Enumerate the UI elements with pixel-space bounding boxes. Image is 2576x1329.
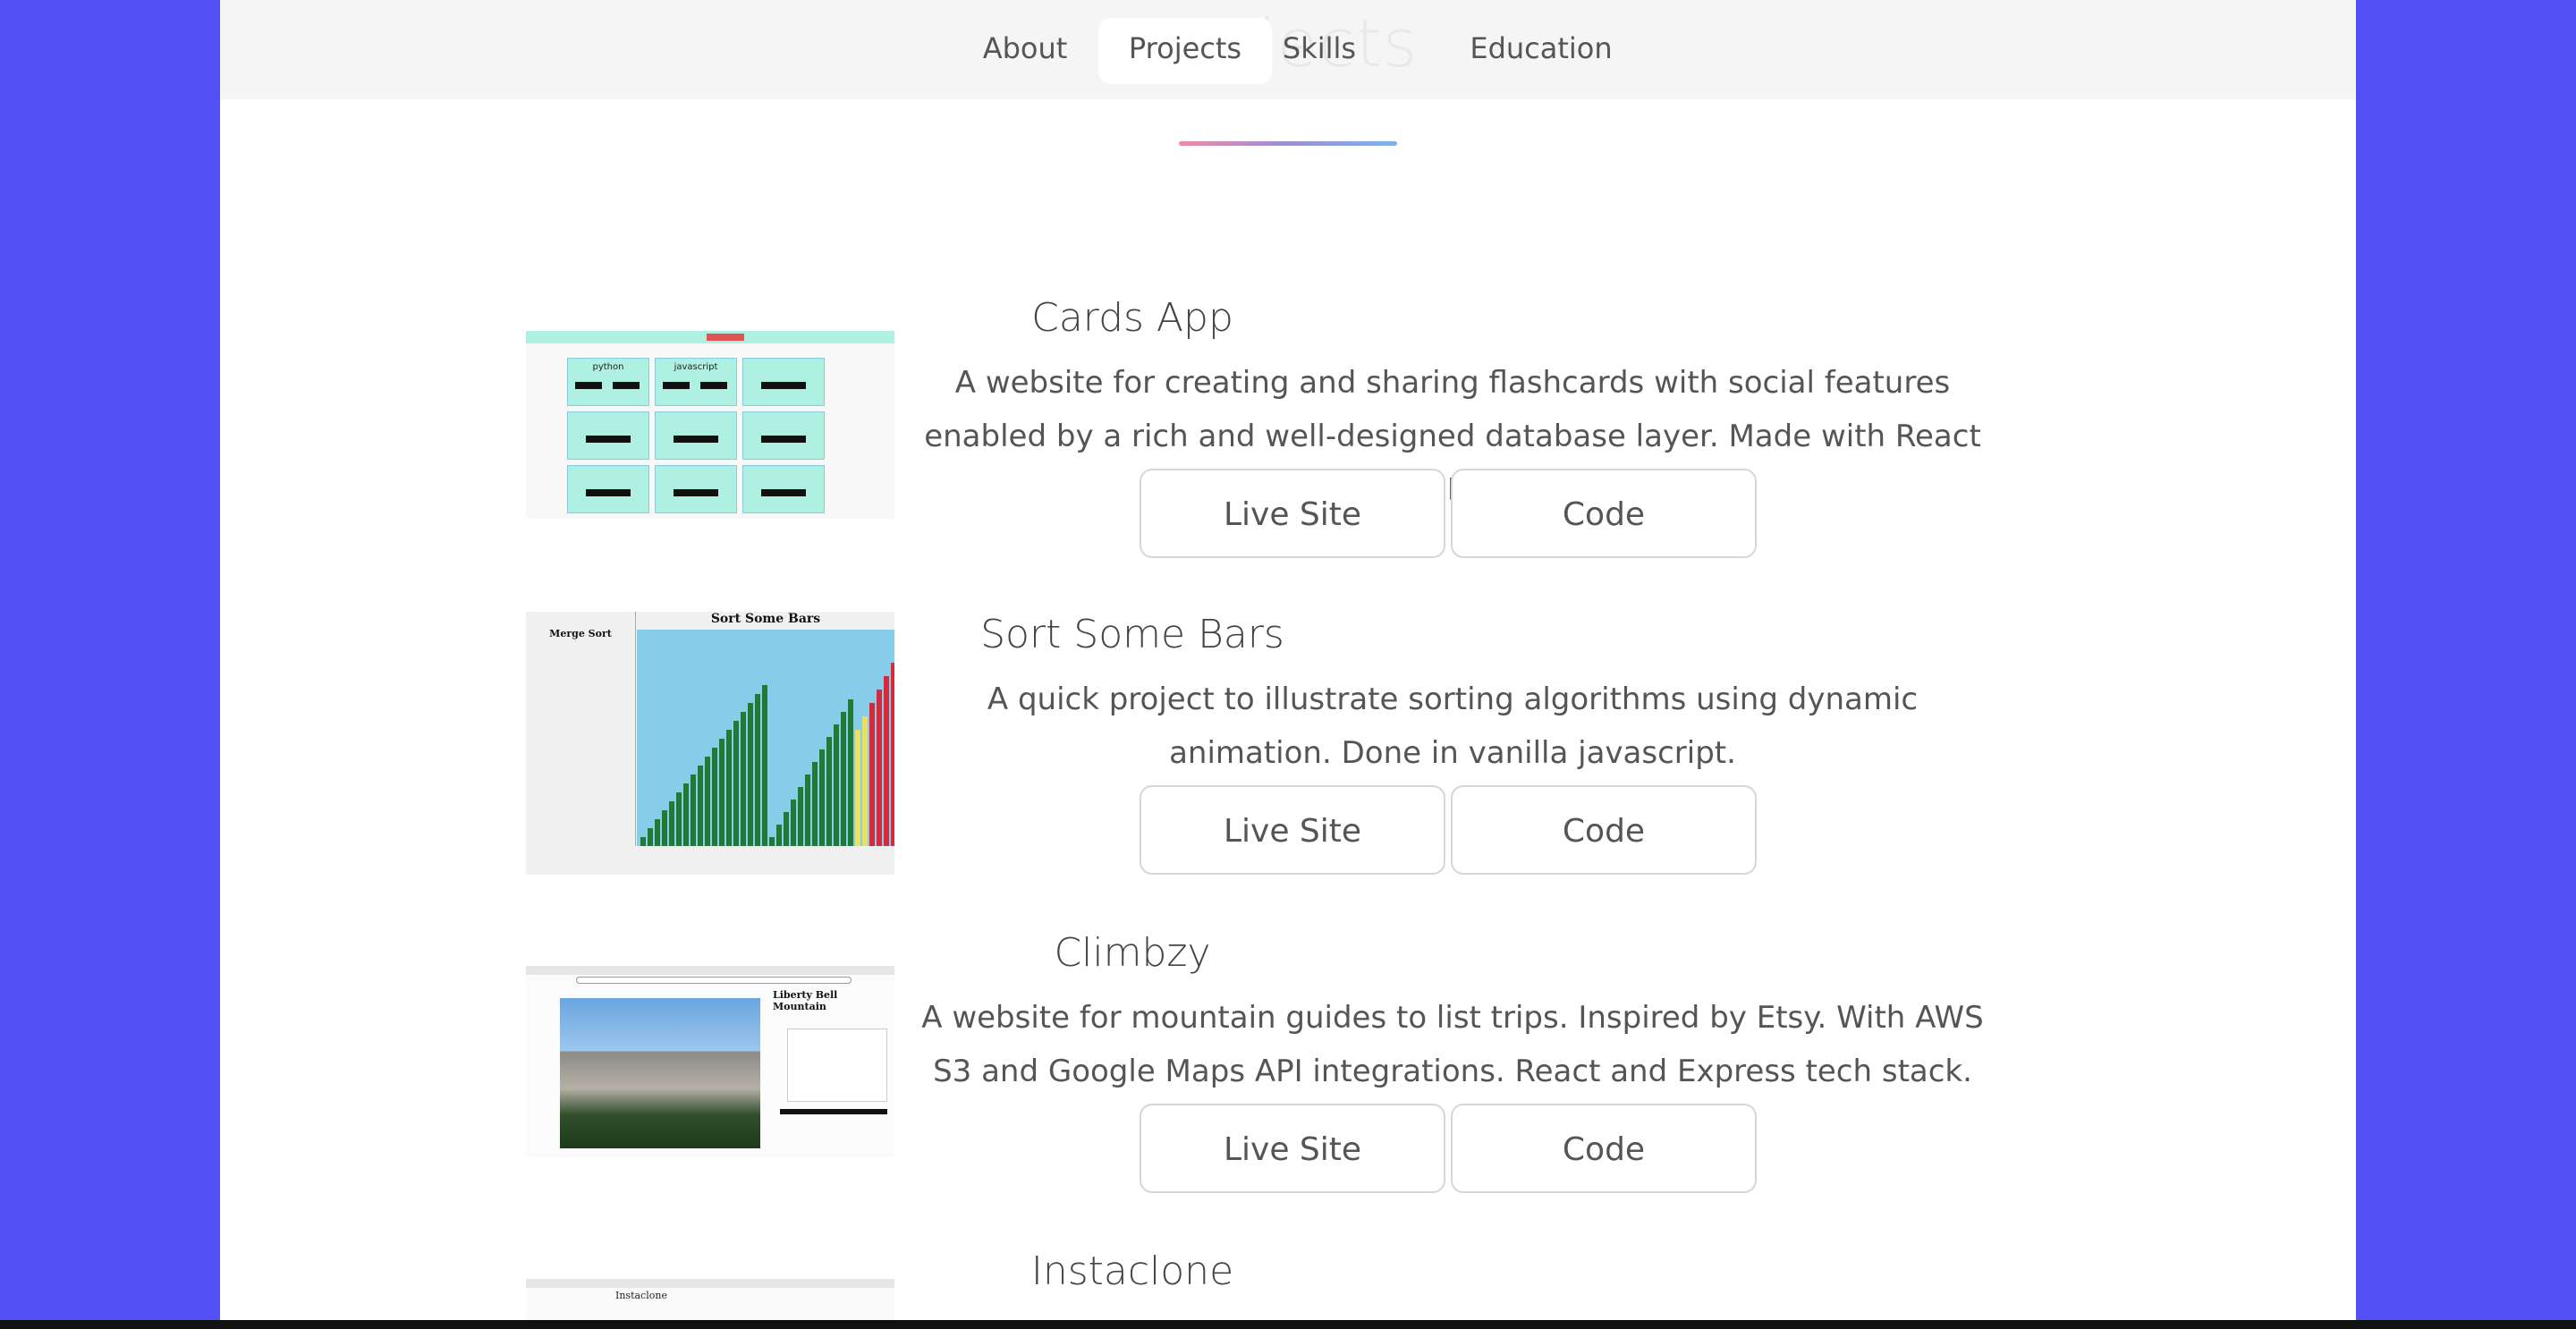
thumb-bar — [862, 716, 868, 855]
thumb-bar — [848, 699, 853, 855]
project-title: Climbzy — [1054, 930, 1211, 976]
thumb-bar — [691, 775, 696, 855]
thumb-bar — [855, 730, 860, 855]
thumb-card — [655, 465, 737, 513]
thumb-bar — [705, 757, 710, 855]
window-bottom-edge — [0, 1320, 2576, 1329]
thumb-bar — [719, 739, 724, 855]
thumb-bars-plot — [637, 630, 894, 858]
thumb-bar — [819, 749, 825, 855]
live-site-button[interactable]: Live Site — [1140, 1104, 1445, 1193]
thumb-bar — [891, 663, 894, 855]
thumb-bar — [884, 676, 889, 855]
thumb-bar — [834, 724, 839, 855]
project-title: Instaclone — [1030, 1249, 1234, 1294]
thumb-bar — [869, 703, 875, 855]
thumb-bar — [733, 721, 739, 855]
navbar: jects About Projects Skills Education — [220, 0, 2356, 99]
thumb-bar — [726, 730, 732, 855]
nav-skills[interactable]: Skills — [1261, 18, 1377, 84]
thumb-bar — [741, 712, 746, 855]
thumb-button — [780, 1109, 887, 1114]
thumb-bar — [798, 787, 803, 855]
thumb-card — [742, 411, 825, 460]
project-description: A website for mountain guides to list tr… — [921, 1000, 1984, 1089]
thumb-bar — [712, 748, 717, 855]
thumb-bars — [640, 663, 894, 855]
project-description: A quick project to illustrate sorting al… — [987, 681, 1919, 771]
project-screenshot[interactable]: python javascript — [526, 331, 894, 519]
code-button[interactable]: Code — [1451, 785, 1757, 875]
thumb-controls — [526, 846, 894, 873]
live-site-button[interactable]: Live Site — [1140, 785, 1445, 875]
thumb-bar — [755, 694, 760, 855]
thumb-bar — [826, 737, 832, 855]
thumb-bar — [762, 685, 767, 855]
thumb-search — [576, 977, 852, 984]
thumb-heading: Liberty Bell Mountain — [773, 989, 838, 1012]
project-title: Sort Some Bars — [980, 612, 1284, 657]
thumb-card — [742, 465, 825, 513]
thumb-card: javascript — [655, 358, 737, 406]
nav-about[interactable]: About — [953, 18, 1097, 84]
thumb-bar — [683, 783, 689, 855]
thumb-bar — [812, 762, 818, 855]
thumb-bar — [841, 712, 846, 855]
thumb-card — [567, 465, 649, 513]
thumb-card: python — [567, 358, 649, 406]
live-site-button[interactable]: Live Site — [1140, 469, 1445, 558]
thumb-card — [655, 411, 737, 460]
thumb-calendar — [787, 1028, 887, 1102]
project-screenshot[interactable]: Liberty Bell Mountain — [526, 966, 894, 1157]
thumb-card — [567, 411, 649, 460]
thumb-bar — [698, 766, 703, 855]
thumb-bar — [748, 703, 753, 855]
code-button[interactable]: Code — [1451, 469, 1757, 558]
thumb-bar — [877, 690, 882, 855]
project-title: Cards App — [1031, 295, 1233, 341]
nav-education[interactable]: Education — [1458, 18, 1624, 84]
section-underline — [1179, 141, 1397, 146]
thumb-bar — [805, 775, 810, 855]
code-button[interactable]: Code — [1451, 1104, 1757, 1193]
portfolio-page: jects About Projects Skills Education py… — [220, 0, 2356, 1329]
thumb-card — [742, 358, 825, 406]
thumb-mountain-photo — [560, 998, 760, 1148]
nav-projects[interactable]: Projects — [1098, 18, 1272, 84]
